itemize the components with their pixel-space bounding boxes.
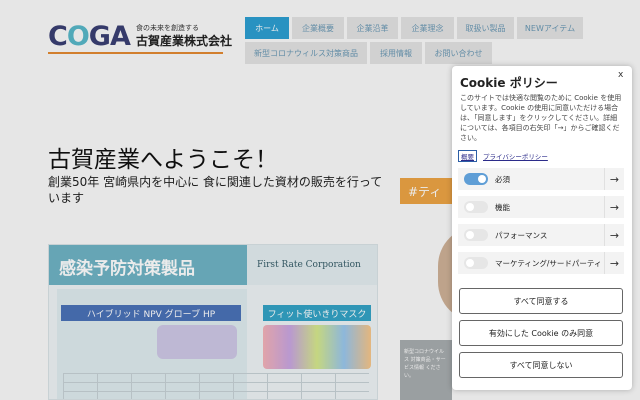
accept-all-button[interactable]: すべて同意する bbox=[459, 288, 623, 314]
category-label: 必須 bbox=[495, 175, 510, 184]
cookie-category-performance: パフォーマンス → bbox=[458, 224, 624, 246]
cookie-category-marketing: マーケティング/サードパーティ → bbox=[458, 252, 624, 274]
cookie-modal-title: Cookie ポリシー bbox=[460, 76, 558, 90]
performance-toggle[interactable] bbox=[464, 229, 488, 241]
toggle-knob bbox=[466, 231, 474, 239]
cookie-description: このサイトでは快適な閲覧のために Cookie を使用 しています。Cookie… bbox=[460, 94, 622, 142]
functional-toggle[interactable] bbox=[464, 201, 488, 213]
category-label: マーケティング/サードパーティ bbox=[495, 259, 602, 268]
close-icon[interactable]: x bbox=[618, 70, 623, 80]
toggle-knob bbox=[466, 203, 474, 211]
arrow-right-icon[interactable]: → bbox=[604, 168, 624, 190]
category-label: 機能 bbox=[495, 203, 510, 212]
toggle-knob bbox=[466, 259, 474, 267]
arrow-right-icon[interactable]: → bbox=[604, 196, 624, 218]
arrow-right-icon[interactable]: → bbox=[604, 252, 624, 274]
accept-enabled-button[interactable]: 有効にした Cookie のみ同意 bbox=[459, 320, 623, 346]
reject-all-button[interactable]: すべて同意しない bbox=[459, 352, 623, 378]
marketing-toggle[interactable] bbox=[464, 257, 488, 269]
cookie-links: 概要 プライバシーポリシー bbox=[458, 150, 548, 162]
website-page: COGA 食の未来を創造する 古賀産業株式会社 ホーム 企業概要 企業沿革 企業… bbox=[0, 0, 640, 400]
cookie-category-functional: 機能 → bbox=[458, 196, 624, 218]
required-toggle[interactable] bbox=[464, 173, 488, 185]
toggle-knob bbox=[478, 175, 486, 183]
category-label: パフォーマンス bbox=[495, 231, 548, 240]
cookie-category-required: 必須 → bbox=[458, 168, 624, 190]
cookie-policy-modal: Cookie ポリシー x このサイトでは快適な閲覧のために Cookie を使… bbox=[452, 66, 632, 390]
arrow-right-icon[interactable]: → bbox=[604, 224, 624, 246]
outline-link[interactable]: 概要 bbox=[458, 150, 477, 162]
privacy-policy-link[interactable]: プライバシーポリシー bbox=[483, 151, 548, 161]
